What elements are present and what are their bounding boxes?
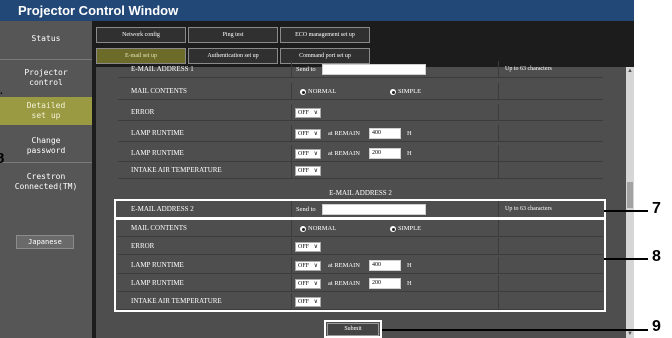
normal-radio[interactable] [300, 89, 306, 95]
sidebar-item-status[interactable]: Status [0, 29, 92, 49]
lamp-runtime-label: LAMP RUNTIME [131, 129, 184, 137]
sidebar-divider [0, 162, 92, 163]
simple-label: SIMPLE [398, 88, 422, 95]
vertical-scrollbar[interactable]: ▲ ▼ [626, 67, 634, 338]
scrollbar-thumb[interactable] [627, 182, 633, 208]
chevron-down-icon: ∨ [313, 131, 318, 137]
email1-error-row: ERROR OFF ∨ [118, 104, 603, 121]
send-to-label: Send to [296, 66, 316, 73]
edge-callout-mark: 8 [0, 150, 5, 167]
intake-air-select[interactable]: OFF ∨ [295, 166, 321, 176]
callout-leader-8 [604, 258, 648, 260]
intake-air-temperature-label: INTAKE AIR TEMPERATURE [131, 166, 222, 174]
tab-eco-management-set-up[interactable]: ECO management set up [280, 27, 370, 43]
at-remain-label: at REMAIN [328, 130, 360, 137]
callout-number-9: 9 [652, 318, 661, 335]
error-select[interactable]: OFF ∨ [295, 108, 321, 118]
japanese-language-button[interactable]: Japanese [16, 235, 74, 249]
normal-label: NORMAL [308, 88, 337, 95]
lamp-runtime-select[interactable]: OFF ∨ [295, 129, 321, 139]
email1-intake-air-row: INTAKE AIR TEMPERATURE OFF ∨ [118, 162, 603, 179]
scroll-down-icon[interactable]: ▼ [626, 330, 634, 338]
hours-unit-label: H [407, 130, 412, 137]
sidebar-item-change-password[interactable]: Change password [0, 133, 92, 159]
callout-frame-email2-settings [114, 218, 606, 312]
callout-leader-9 [382, 329, 648, 331]
simple-radio[interactable] [390, 89, 396, 95]
chevron-down-icon: ∨ [313, 151, 318, 157]
callout-frame-submit [324, 320, 382, 338]
sidebar-item-crestron-connected[interactable]: Crestron Connected(TM) [0, 169, 92, 195]
email1-hint: Up to 63 characters [498, 61, 603, 78]
email1-address-input[interactable] [322, 64, 426, 75]
hours-unit-label: H [407, 150, 412, 157]
callout-frame-email2-address [114, 199, 606, 219]
email1-address-label: E-MAIL ADDRESS 1 [131, 65, 194, 73]
email1-address-row: E-MAIL ADDRESS 1 Send to Up to 63 charac… [118, 61, 603, 78]
edge-callout-mark: . [0, 86, 3, 97]
error-label: ERROR [131, 108, 155, 116]
sidebar-divider [0, 59, 92, 60]
remain-hours-input[interactable]: 200 [369, 148, 401, 159]
tab-ping-test[interactable]: Ping test [188, 27, 278, 43]
remain-hours-input[interactable]: 400 [369, 128, 401, 139]
email1-lamp-runtime-row: LAMP RUNTIME OFF ∨ at REMAIN 200 H [118, 145, 603, 162]
window-title: Projector Control Window [0, 0, 634, 21]
chevron-down-icon: ∨ [313, 168, 318, 174]
callout-number-8: 8 [652, 248, 661, 265]
at-remain-label: at REMAIN [328, 150, 360, 157]
lamp-runtime-label: LAMP RUNTIME [131, 149, 184, 157]
lamp-runtime-select[interactable]: OFF ∨ [295, 149, 321, 159]
callout-leader-7 [604, 210, 648, 212]
projector-control-window: Projector Control Window Status Projecto… [0, 0, 634, 338]
email-settings-panel: E-MAIL ADDRESS 1 Send to Up to 63 charac… [96, 61, 626, 338]
chevron-down-icon: ∨ [313, 110, 318, 116]
sidebar-item-detailed-set-up[interactable]: Detailed set up [0, 97, 92, 125]
callout-number-7: 7 [652, 200, 661, 217]
sidebar-item-projector-control[interactable]: Projector control [0, 65, 92, 91]
scroll-up-icon[interactable]: ▲ [626, 67, 634, 75]
sidebar: Status Projector control Detailed set up… [0, 21, 92, 338]
mail-contents-label: MAIL CONTENTS [131, 87, 187, 95]
email1-mail-contents-row: MAIL CONTENTS NORMAL SIMPLE [118, 83, 603, 100]
tab-network-config[interactable]: Network config [96, 27, 186, 43]
email1-lamp-runtime-row: LAMP RUNTIME OFF ∨ at REMAIN 400 H [118, 125, 603, 142]
